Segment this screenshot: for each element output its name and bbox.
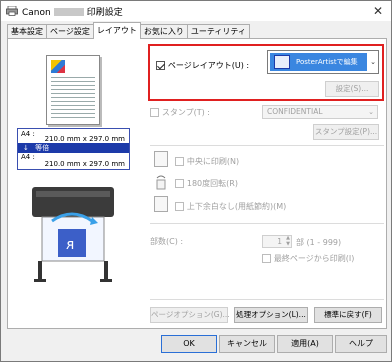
last-page-first-row: 最終ページから印刷(I)	[262, 253, 354, 264]
ok-button[interactable]: OK	[161, 335, 217, 353]
rotate-180-label: 180度回転(R)	[186, 179, 238, 188]
tab-basic-settings[interactable]: 基本設定	[7, 24, 47, 39]
center-print-row: 中央に印刷(N)	[175, 156, 239, 167]
page-layout-checkbox[interactable]	[156, 61, 165, 70]
window-title: Canon 印刷設定	[22, 5, 123, 18]
preview-image-icon	[51, 60, 65, 73]
rotate-180-icon	[154, 174, 168, 190]
tab-favorites[interactable]: お気に入り	[139, 24, 188, 39]
center-print-icon	[154, 151, 168, 167]
selected-option-text: PosterArtistで編集	[296, 58, 358, 66]
no-margin-icon	[154, 196, 168, 212]
output-size-value: 210.0 mm x 297.0 mm	[44, 160, 125, 168]
copies-stepper[interactable]: 1 ▲ ▼	[262, 235, 292, 248]
page-layout-highlight: ページレイアウト(U) : PosterArtistで編集 ⌄ 設定(S)...	[148, 44, 384, 101]
layout-settings-button[interactable]: 設定(S)...	[325, 81, 379, 97]
page-layout-label: ページレイアウト(U) :	[167, 61, 250, 70]
stamp-checkbox[interactable]	[150, 108, 159, 117]
large-format-printer-icon: ᴙ	[32, 187, 114, 282]
printer-icon	[6, 6, 18, 16]
apply-button[interactable]: 適用(A)	[277, 335, 333, 353]
scale-bar: ↓ 等倍	[18, 143, 129, 153]
page-options-button[interactable]: ページオプション(G)...	[150, 307, 230, 323]
tab-page-setup[interactable]: ページ設定	[46, 24, 94, 39]
tab-utility[interactable]: ユーティリティ	[186, 24, 250, 39]
rotate-180-checkbox[interactable]	[175, 179, 184, 188]
separator	[150, 299, 384, 300]
printer-name-redacted	[53, 8, 84, 16]
down-arrow-icon: ↓	[23, 144, 29, 152]
title-bar: Canon 印刷設定 ✕	[1, 1, 391, 21]
process-options-button[interactable]: 処理オプション(L)...	[234, 307, 308, 323]
separator	[150, 145, 384, 146]
page-layout-row: ページレイアウト(U) :	[156, 60, 249, 71]
page-preview	[46, 55, 100, 125]
chevron-down-icon: ⌄	[368, 108, 374, 116]
rotate-180-row: 180度回転(R)	[175, 178, 238, 189]
output-size-label: A4 :	[21, 153, 35, 161]
copies-label: 部数(C) :	[150, 237, 184, 246]
page-layout-select[interactable]: PosterArtistで編集 ⌄	[267, 50, 379, 74]
stamp-settings-button[interactable]: スタンプ設定(P)...	[313, 124, 379, 140]
cancel-button[interactable]: キャンセル	[219, 335, 275, 353]
center-print-checkbox[interactable]	[175, 157, 184, 166]
last-page-first-label: 最終ページから印刷(I)	[273, 254, 355, 263]
title-suffix: 印刷設定	[86, 7, 123, 18]
help-button[interactable]: ヘルプ	[335, 335, 387, 353]
copies-range: 部 (1 - 999)	[296, 238, 342, 247]
restore-defaults-button[interactable]: 標準に戻す(F)	[314, 307, 382, 323]
paper-size-summary: A4 : 210.0 mm x 297.0 mm ↓ 等倍 A4 : 210.0…	[17, 128, 130, 170]
center-print-label: 中央に印刷(N)	[186, 157, 240, 166]
no-margin-checkbox[interactable]	[175, 202, 184, 211]
print-settings-window: Canon 印刷設定 ✕ 基本設定 ページ設定 レイアウト お気に入り ユーティリ…	[0, 0, 392, 362]
tab-layout[interactable]: レイアウト	[92, 22, 141, 39]
page-layout-selected-option: PosterArtistで編集	[270, 53, 367, 71]
stamp-selected-value: CONFIDENTIAL	[267, 107, 323, 116]
chevron-down-icon: ⌄	[370, 58, 376, 66]
svg-text:ᴙ: ᴙ	[66, 237, 74, 253]
stamp-select[interactable]: CONFIDENTIAL ⌄	[262, 105, 378, 119]
separator	[150, 223, 384, 224]
copies-value: 1	[277, 237, 282, 246]
stamp-row: スタンプ(T) :	[150, 107, 210, 118]
no-margin-row: 上下余白なし(用紙節約)(M)	[175, 201, 286, 212]
posterartist-icon	[274, 55, 290, 69]
scale-label: 等倍	[35, 144, 50, 152]
close-button[interactable]: ✕	[369, 3, 387, 19]
no-margin-label: 上下余白なし(用紙節約)(M)	[186, 202, 287, 211]
title-prefix: Canon	[22, 7, 51, 18]
spin-arrows-icon[interactable]: ▲ ▼	[286, 235, 290, 247]
last-page-first-checkbox[interactable]	[262, 254, 271, 263]
stamp-label: スタンプ(T) :	[161, 108, 211, 117]
tab-strip: 基本設定 ページ設定 レイアウト お気に入り ユーティリティ	[7, 22, 250, 39]
input-size-value: 210.0 mm x 297.0 mm	[44, 135, 125, 143]
input-size-label: A4 :	[21, 130, 35, 138]
layout-panel: A4 : 210.0 mm x 297.0 mm ↓ 等倍 A4 : 210.0…	[7, 38, 387, 329]
